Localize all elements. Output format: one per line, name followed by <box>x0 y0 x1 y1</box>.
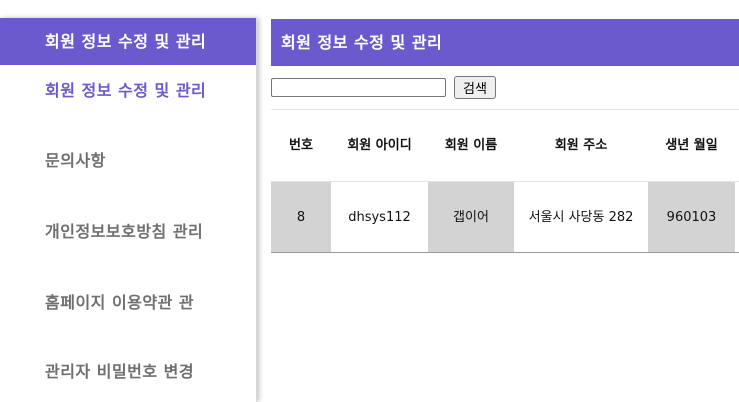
sidebar-item-member-management[interactable]: 회원 정보 수정 및 관리 <box>45 77 206 101</box>
header-member-name: 회원 이름 <box>428 109 514 182</box>
sidebar: 회원 정보 수정 및 관리 회원 정보 수정 및 관리 문의사항 개인정보보호방… <box>0 18 257 402</box>
search-button[interactable]: 검색 <box>454 76 496 99</box>
cell-number: 8 <box>271 181 331 253</box>
cell-member-address: 서울시 사당동 282 <box>514 181 648 253</box>
header-member-id: 회원 아이디 <box>331 109 428 182</box>
header-number: 번호 <box>271 109 331 182</box>
cell-birthdate: 960103 <box>648 181 735 253</box>
sidebar-item-privacy-policy[interactable]: 개인정보보호방침 관리 <box>45 218 203 242</box>
header-birthdate: 생년 월일 <box>648 109 735 182</box>
sidebar-item-admin-password[interactable]: 관리자 비밀번호 변경 <box>45 358 194 382</box>
cell-extra <box>735 181 739 253</box>
page: 회원 정보 수정 및 관리 회원 정보 수정 및 관리 문의사항 개인정보보호방… <box>0 0 739 402</box>
table-header-row: 번호 회원 아이디 회원 이름 회원 주소 생년 월일 <box>271 109 739 182</box>
sidebar-header: 회원 정보 수정 및 관리 <box>0 18 256 65</box>
table-row[interactable]: 8 dhsys112 갭이어 서울시 사당동 282 960103 <box>271 181 739 253</box>
sidebar-item-inquiries[interactable]: 문의사항 <box>45 147 106 171</box>
header-member-address: 회원 주소 <box>514 109 648 182</box>
member-table: 번호 회원 아이디 회원 이름 회원 주소 생년 월일 8 dhsys112 갭… <box>271 109 739 253</box>
search-input[interactable] <box>271 78 446 97</box>
member-table-container: 번호 회원 아이디 회원 이름 회원 주소 생년 월일 8 dhsys112 갭… <box>271 109 739 253</box>
page-title: 회원 정보 수정 및 관리 <box>271 19 739 66</box>
header-extra <box>735 109 739 182</box>
sidebar-item-terms-of-use[interactable]: 홈페이지 이용약관 관 <box>45 289 194 313</box>
cell-member-name: 갭이어 <box>428 181 514 253</box>
cell-member-id: dhsys112 <box>331 181 428 253</box>
